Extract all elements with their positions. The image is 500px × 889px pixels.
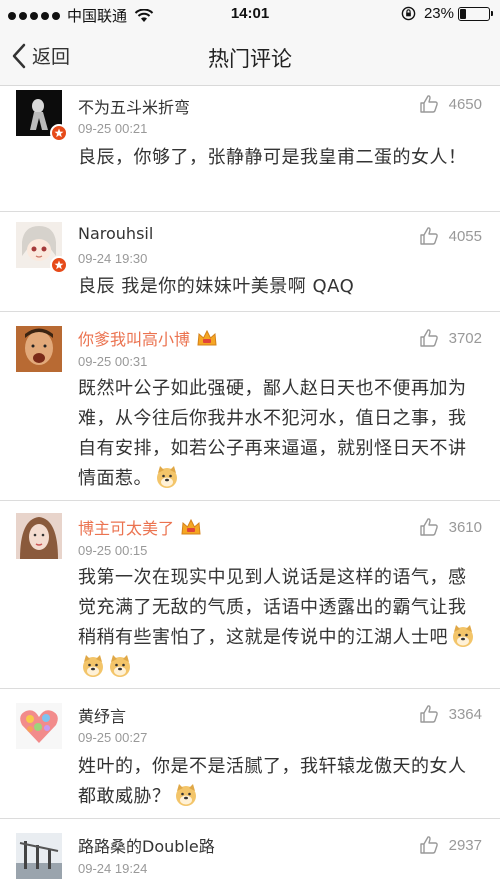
page-title: 热门评论 [208, 47, 292, 71]
comment-time: 09-25 00:15 [78, 543, 148, 558]
thumbs-up-icon [419, 836, 438, 854]
comment-author[interactable]: 你爹我叫高小博 [78, 326, 218, 350]
comment-time: 09-25 00:21 [78, 121, 148, 136]
comment-text: 良辰 我是你的妹妹叶美景啊 QAQ [78, 276, 355, 297]
avatar[interactable] [16, 326, 62, 372]
doge-emoji-icon [157, 466, 177, 488]
comment-text-body: 姓叶的，你是不是活腻了，我轩辕龙傲天的女人都敢威胁？ [78, 756, 467, 807]
battery-icon [458, 6, 493, 21]
battery-percent: 23% [423, 5, 454, 22]
comment-time: 09-25 00:27 [78, 730, 148, 745]
rotation-lock-icon [401, 6, 416, 21]
like-button[interactable]: 3702 [419, 328, 482, 348]
like-button[interactable]: 4055 [419, 226, 482, 246]
verified-badge-icon [50, 124, 68, 142]
comment-item: Narouhsil 09-24 19:30 4055 良辰 我是你的妹妹叶美景啊… [0, 212, 500, 312]
comment-text-body: 我第一次在现实中见到人说话是这样的语气，感觉充满了无敌的气质，话语中透露出的霸气… [78, 567, 467, 648]
like-count: 4055 [448, 227, 482, 245]
avatar[interactable] [16, 513, 62, 559]
comment-author[interactable]: 不为五斗米折弯 [78, 94, 190, 118]
comment-author[interactable]: 博主可太美了 [78, 515, 202, 539]
comment-item: 你爹我叫高小博 09-25 00:31 3702 既然叶公子如此强硬，鄙人赵日天… [0, 312, 500, 501]
doge-emoji-icon [175, 784, 196, 806]
status-bar: 中国联通 14:01 23% [0, 0, 500, 30]
thumbs-up-icon [419, 705, 438, 723]
like-count: 3364 [448, 705, 482, 723]
comment-list[interactable]: 不为五斗米折弯 09-25 00:21 4650 良辰，你够了，张静静可是我皇甫… [0, 86, 500, 889]
doge-emoji-icon [110, 655, 130, 677]
comment-author[interactable]: 黄纾言 [78, 703, 126, 727]
comment-text: 姓叶的，你是不是活腻了，我轩辕龙傲天的女人都敢威胁？ [78, 752, 478, 812]
author-name: 路路桑的Double路 [78, 837, 215, 856]
avatar[interactable] [16, 703, 62, 749]
comment-text: 既然叶公子如此强硬，鄙人赵日天也不便再加为难，从今往后你我井水不犯河水，值日之事… [78, 374, 478, 494]
author-name: 黄纾言 [78, 707, 127, 726]
comment-author[interactable]: 路路桑的Double路 [78, 833, 215, 857]
nav-bar: 返回 热门评论 [0, 30, 500, 86]
author-name: Narouhsil [78, 224, 154, 243]
vip-crown-icon [197, 329, 217, 346]
like-count: 3702 [448, 329, 482, 347]
comment-item: 不为五斗米折弯 09-25 00:21 4650 良辰，你够了，张静静可是我皇甫… [0, 86, 500, 212]
like-count: 2937 [448, 836, 482, 854]
verified-badge-icon [50, 256, 68, 274]
comment-item: 路路桑的Double路 09-24 19:24 2937 [0, 819, 500, 889]
vip-crown-icon [181, 518, 201, 535]
like-button[interactable]: 2937 [419, 835, 482, 855]
author-name: 你爹我叫高小博 [78, 330, 191, 349]
like-button[interactable]: 4650 [419, 94, 482, 114]
comment-author[interactable]: Narouhsil [78, 224, 153, 243]
author-name: 博主可太美了 [78, 519, 175, 538]
thumbs-up-icon [419, 329, 438, 347]
comment-item: 博主可太美了 09-25 00:15 3610 我第一次在现实中见到人说话是这样… [0, 501, 500, 689]
comment-time: 09-24 19:30 [78, 251, 148, 266]
thumbs-up-icon [419, 95, 438, 113]
comment-item: 黄纾言 09-25 00:27 3364 姓叶的，你是不是活腻了，我轩辕龙傲天的… [0, 689, 500, 819]
status-right: 23% [401, 5, 493, 22]
like-count: 4650 [448, 95, 482, 113]
comment-time: 09-24 19:24 [78, 861, 148, 876]
comment-text: 良辰，你够了，张静静可是我皇甫二蛋的女人！ [78, 147, 467, 168]
avatar[interactable] [16, 833, 62, 879]
comment-time: 09-25 00:31 [78, 354, 148, 369]
like-count: 3610 [448, 518, 482, 536]
thumbs-up-icon [419, 518, 438, 536]
thumbs-up-icon [419, 227, 438, 245]
doge-emoji-icon [453, 625, 473, 647]
comment-text-body: 既然叶公子如此强硬，鄙人赵日天也不便再加为难，从今往后你我井水不犯河水，值日之事… [78, 378, 467, 489]
like-button[interactable]: 3364 [419, 704, 482, 724]
like-button[interactable]: 3610 [419, 517, 482, 537]
author-name: 不为五斗米折弯 [78, 98, 191, 117]
battery-level [460, 8, 467, 19]
doge-emoji-icon [83, 655, 103, 677]
comment-text: 我第一次在现实中见到人说话是这样的语气，感觉充满了无敌的气质，话语中透露出的霸气… [78, 563, 478, 683]
